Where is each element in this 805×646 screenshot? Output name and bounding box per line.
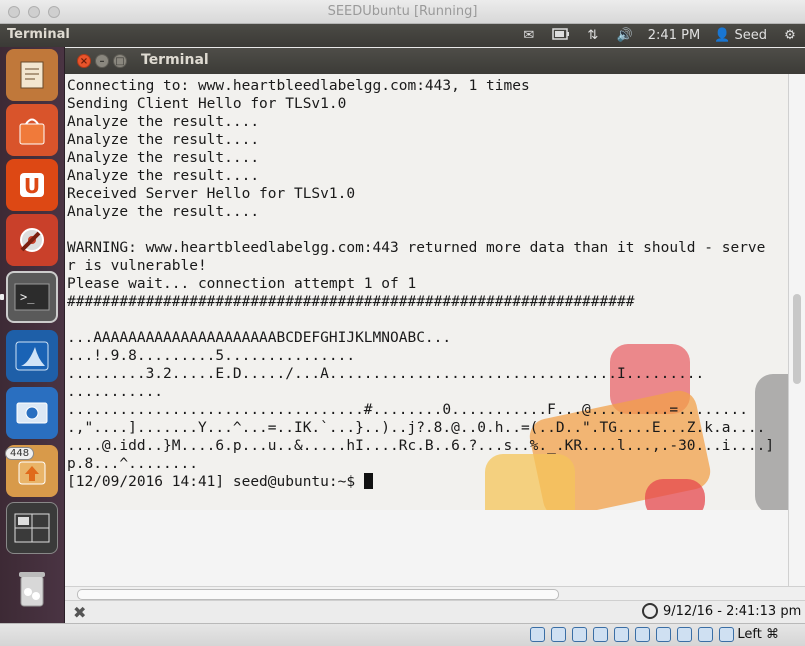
screenshot-camera-icon <box>16 402 48 424</box>
settings-wrench-icon <box>20 228 44 252</box>
terminal-output-area[interactable]: Connecting to: www.heartbleedlabelgg.com… <box>65 74 788 510</box>
terminal-title: Terminal <box>141 52 209 68</box>
optical-drive-icon[interactable] <box>551 627 566 642</box>
clock-icon <box>642 603 658 619</box>
hard-disk-icon[interactable] <box>530 627 545 642</box>
terminal-icon: >_ <box>14 283 50 311</box>
desktop-area <box>65 510 788 586</box>
cpu-icon[interactable] <box>698 627 713 642</box>
top-panel: Terminal ✉ ⇅ 🔊 2:41 PM 👤 Seed ⚙ <box>0 24 805 47</box>
host-key-label: Left ⌘ <box>737 627 779 642</box>
mail-icon[interactable]: ✉ <box>520 28 538 44</box>
running-indicator <box>0 294 4 300</box>
terminal-lines: Connecting to: www.heartbleedlabelgg.com… <box>67 78 775 472</box>
svg-text:U: U <box>24 174 40 198</box>
ubuntu-one-icon: U <box>20 173 44 198</box>
terminal-close-button[interactable]: × <box>77 54 91 68</box>
terminal-vertical-scrollbar[interactable] <box>788 74 805 586</box>
network-adapter-icon[interactable] <box>656 627 671 642</box>
panel-app-name: Terminal <box>7 27 70 42</box>
horizontal-scroll-thumb[interactable] <box>77 589 559 600</box>
terminal-prompt: [12/09/2016 14:41] seed@ubuntu:~$ <box>67 474 364 490</box>
launcher-workspace-switcher[interactable] <box>6 502 58 554</box>
launcher-screenshot[interactable] <box>6 387 58 439</box>
launcher-software-center[interactable] <box>6 104 58 156</box>
launcher-wireshark[interactable] <box>6 330 58 382</box>
wireshark-fin-icon <box>15 341 49 371</box>
launcher-terminal[interactable]: >_ <box>6 271 58 323</box>
vbox-device-icons <box>530 627 734 642</box>
status-bar: ✖ 9/12/16 - 2:41:13 pm <box>65 600 805 623</box>
launcher: U >_ 448 <box>0 47 65 623</box>
vertical-scroll-thumb[interactable] <box>793 294 801 384</box>
launcher-ubuntu-one[interactable]: U <box>6 159 58 211</box>
launcher-trash[interactable] <box>6 562 58 614</box>
terminal-titlebar: × – □ Terminal <box>65 48 805 74</box>
update-count-badge: 448 <box>5 447 35 460</box>
volume-icon[interactable]: 🔊 <box>616 28 634 44</box>
usb-icon[interactable] <box>593 627 608 642</box>
terminal-cursor <box>363 473 373 489</box>
mouse-integration-icon[interactable] <box>719 627 734 642</box>
panel-user-name: Seed <box>734 28 768 43</box>
audio-icon[interactable] <box>572 627 587 642</box>
gear-icon[interactable]: ⚙ <box>781 28 799 44</box>
workspace-switcher-icon <box>14 513 50 543</box>
launcher-document-viewer[interactable] <box>6 49 58 101</box>
terminal-maximize-button[interactable]: □ <box>113 54 127 68</box>
trash-icon <box>19 572 45 607</box>
network-icon[interactable]: ⇅ <box>584 28 602 44</box>
horizontal-scrollbar[interactable] <box>65 586 805 601</box>
shopping-bag-icon <box>19 118 45 145</box>
shared-folder-icon[interactable] <box>614 627 629 642</box>
host-window-title: SEEDUbuntu [Running] <box>327 4 478 19</box>
host-window-titlebar: SEEDUbuntu [Running] <box>0 0 805 24</box>
panel-user[interactable]: 👤 Seed <box>714 28 767 43</box>
close-icon[interactable]: ✖ <box>73 603 86 622</box>
user-icon: 👤 <box>714 28 731 43</box>
recording-icon[interactable] <box>677 627 692 642</box>
svg-text:>_: >_ <box>20 290 35 304</box>
document-viewer-icon <box>20 61 44 89</box>
display-icon[interactable] <box>635 627 650 642</box>
battery-icon[interactable] <box>552 27 570 44</box>
terminal-text: Connecting to: www.heartbleedlabelgg.com… <box>67 77 774 491</box>
panel-clock[interactable]: 2:41 PM <box>648 28 700 43</box>
terminal-minimize-button[interactable]: – <box>95 54 109 68</box>
launcher-system-settings[interactable] <box>6 214 58 266</box>
virtualbox-status-bar: Left ⌘ <box>0 623 805 646</box>
panel-indicators: ✉ ⇅ 🔊 2:41 PM 👤 Seed ⚙ <box>520 26 799 45</box>
status-timestamp: 9/12/16 - 2:41:13 pm <box>663 604 802 619</box>
